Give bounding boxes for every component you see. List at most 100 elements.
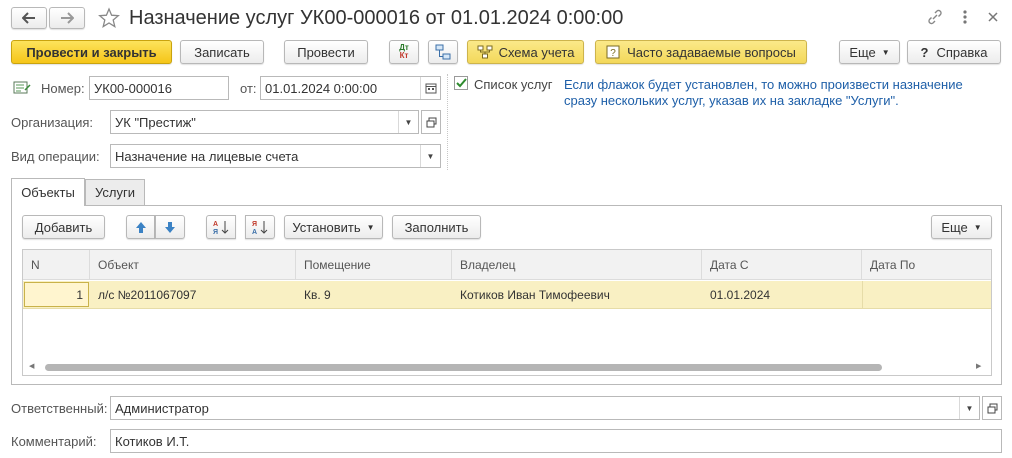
scroll-left-icon[interactable]: ◀: [29, 362, 34, 370]
more-label: Еще: [849, 44, 876, 60]
table-more-label: Еще: [941, 219, 968, 235]
date-field[interactable]: 01.01.2024 0:00:00: [260, 76, 441, 100]
faq-icon: ?: [606, 45, 620, 59]
col-header-room[interactable]: Помещение: [296, 250, 452, 280]
scroll-right-icon[interactable]: ▶: [976, 362, 981, 370]
op-label: Вид операции:: [11, 149, 100, 164]
chevron-down-icon: ▼: [973, 222, 982, 232]
svg-text:А: А: [213, 221, 218, 228]
date-value: 01.01.2024 0:00:00: [265, 80, 378, 96]
col-header-object[interactable]: Объект: [90, 250, 296, 280]
cell-owner[interactable]: Котиков Иван Тимофеевич: [452, 281, 702, 309]
post-and-close-button[interactable]: Провести и закрыть: [11, 40, 172, 64]
comment-label: Комментарий:: [11, 434, 97, 449]
help-icon: ?: [920, 44, 929, 60]
services-list-label: Список услуг: [474, 77, 553, 92]
splitter: [447, 74, 448, 170]
services-list-checkbox[interactable]: [454, 76, 468, 90]
arrow-right-icon: [61, 12, 74, 24]
more-button[interactable]: Еще ▼: [839, 40, 900, 64]
set-label: Установить: [292, 219, 361, 235]
favorite-star-icon[interactable]: [98, 7, 120, 29]
col-header-n[interactable]: N: [23, 250, 90, 280]
link-icon[interactable]: [926, 8, 944, 26]
hint-line-2: сразу нескольких услуг, указав их на зак…: [564, 93, 899, 108]
save-button[interactable]: Записать: [180, 40, 264, 64]
responsible-label: Ответственный:: [11, 401, 108, 416]
op-value: Назначение на лицевые счета: [115, 148, 299, 164]
chevron-down-icon[interactable]: ▼: [959, 397, 979, 419]
date-label: от:: [240, 81, 257, 96]
col-header-date-to[interactable]: Дата По: [862, 250, 991, 280]
sort-asc-button[interactable]: АЯ: [206, 215, 236, 239]
move-down-button[interactable]: [155, 215, 185, 239]
structure-button[interactable]: [428, 40, 458, 64]
hint-text: Если флажок будет установлен, то можно п…: [564, 77, 963, 109]
scheme-icon: [477, 45, 493, 59]
dt-kt-button[interactable]: Дт Кт: [389, 40, 419, 64]
arrow-left-icon: [22, 12, 35, 24]
op-field[interactable]: Назначение на лицевые счета ▼: [110, 144, 441, 168]
chevron-down-icon: ▼: [881, 47, 890, 57]
org-field[interactable]: УК "Престиж" ▼: [110, 110, 419, 134]
cell-n-value: 1: [76, 287, 83, 302]
responsible-field[interactable]: Администратор ▼: [110, 396, 980, 420]
hint-line-1: Если флажок будет установлен, то можно п…: [564, 77, 963, 92]
page-title: Назначение услуг УК00-000016 от 01.01.20…: [129, 7, 624, 29]
col-header-date-from[interactable]: Дата С: [702, 250, 862, 280]
cell-n[interactable]: 1: [24, 282, 89, 307]
number-field[interactable]: УК00-000016: [89, 76, 229, 100]
open-window-icon: [987, 403, 997, 413]
org-open-button[interactable]: [421, 110, 441, 134]
post-button[interactable]: Провести: [284, 40, 368, 64]
faq-label: Часто задаваемые вопросы: [627, 44, 796, 60]
arrow-down-icon: [165, 221, 175, 233]
table-header: N Объект Помещение Владелец Дата С Дата …: [23, 250, 991, 280]
chevron-down-icon[interactable]: ▼: [420, 145, 440, 167]
comment-field[interactable]: Котиков И.Т.: [110, 429, 1002, 453]
table-row[interactable]: 1 л/с №2011067097 Кв. 9 Котиков Иван Тим…: [23, 281, 991, 309]
table-more-button[interactable]: Еще ▼: [931, 215, 992, 239]
col-header-owner[interactable]: Владелец: [452, 250, 702, 280]
sort-desc-button[interactable]: ЯА: [245, 215, 275, 239]
document-icon: [13, 81, 31, 95]
sort-descending-icon: ЯА: [252, 221, 268, 235]
fill-button[interactable]: Заполнить: [392, 215, 481, 239]
svg-text:Я: Я: [213, 229, 218, 235]
org-label: Организация:: [11, 115, 94, 130]
forward-button[interactable]: [49, 7, 85, 29]
svg-text:?: ?: [610, 48, 616, 59]
open-window-icon: [426, 117, 436, 127]
more-vertical-icon[interactable]: [958, 8, 972, 26]
horizontal-scrollbar[interactable]: [45, 364, 882, 371]
cell-room[interactable]: Кв. 9: [296, 281, 452, 309]
tab-objects[interactable]: Объекты: [11, 178, 85, 206]
chevron-down-icon: ▼: [366, 222, 375, 232]
cell-date-to[interactable]: [862, 281, 991, 309]
objects-table: N Объект Помещение Владелец Дата С Дата …: [22, 249, 992, 376]
responsible-value: Администратор: [115, 400, 209, 416]
add-button[interactable]: Добавить: [22, 215, 105, 239]
help-label: Справка: [936, 44, 988, 60]
move-up-button[interactable]: [126, 215, 155, 239]
scheme-button[interactable]: Схема учета: [467, 40, 584, 64]
set-button[interactable]: Установить ▼: [284, 215, 383, 239]
calendar-icon[interactable]: [420, 77, 440, 99]
org-value: УК "Престиж": [115, 114, 196, 130]
svg-text:А: А: [252, 229, 257, 235]
scheme-label: Схема учета: [498, 44, 575, 60]
help-button[interactable]: ? Справка: [907, 40, 1001, 64]
back-button[interactable]: [11, 7, 47, 29]
cell-date-from[interactable]: 01.01.2024: [702, 281, 862, 309]
close-icon[interactable]: [986, 10, 1000, 24]
chevron-down-icon[interactable]: ▼: [398, 111, 418, 133]
arrow-up-icon: [135, 221, 146, 233]
checkmark-icon: [455, 78, 467, 88]
cell-object[interactable]: л/с №2011067097: [90, 281, 296, 309]
faq-button[interactable]: ? Часто задаваемые вопросы: [595, 40, 807, 64]
tab-services[interactable]: Услуги: [85, 179, 145, 205]
sort-ascending-icon: АЯ: [213, 221, 229, 235]
dt-kt-icon: Дт Кт: [399, 43, 409, 60]
responsible-open-button[interactable]: [982, 396, 1002, 420]
hierarchy-icon: [435, 44, 451, 60]
